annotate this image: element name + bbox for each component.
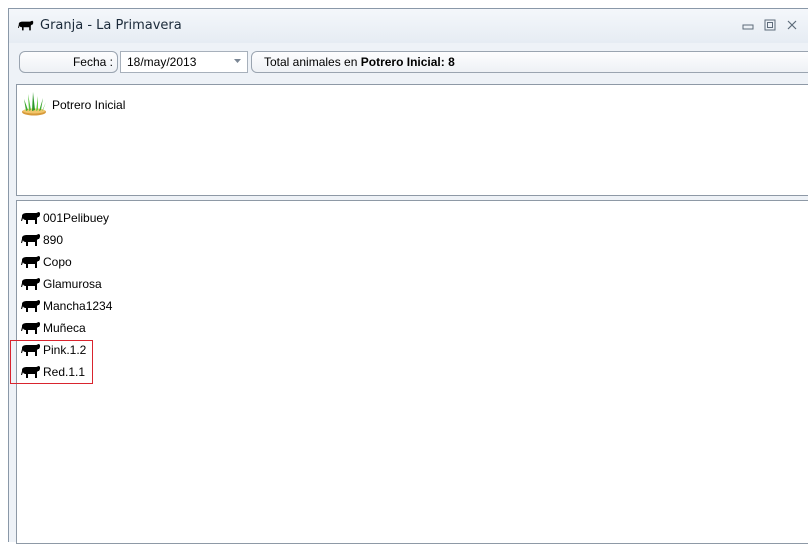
total-count: 8 bbox=[448, 55, 455, 69]
cow-icon bbox=[21, 366, 41, 379]
list-item[interactable]: Pink.1.2 bbox=[21, 339, 181, 361]
list-item[interactable]: 890 bbox=[21, 229, 181, 251]
animal-name: Pink.1.2 bbox=[43, 343, 87, 357]
animal-name: 890 bbox=[43, 233, 64, 247]
cow-icon bbox=[21, 234, 41, 247]
cow-icon bbox=[21, 212, 41, 225]
list-item[interactable]: Muñeca bbox=[21, 317, 181, 339]
list-item[interactable]: Copo bbox=[21, 251, 181, 273]
grass-icon bbox=[22, 92, 46, 116]
toolbar: Fecha : 18/may/2013 Total animales en Po… bbox=[9, 43, 808, 73]
fecha-value: 18/may/2013 bbox=[127, 55, 197, 69]
list-item[interactable]: Glamurosa bbox=[21, 273, 181, 295]
animal-name: Glamurosa bbox=[43, 277, 102, 291]
cow-icon bbox=[21, 278, 41, 291]
pasture-label: Potrero Inicial bbox=[52, 98, 126, 112]
list-item[interactable]: Red.1.1 bbox=[21, 361, 181, 383]
animal-name: Red.1.1 bbox=[43, 365, 86, 379]
cow-icon bbox=[21, 344, 41, 357]
minimize-icon[interactable] bbox=[741, 18, 755, 32]
total-prefix: Total animales en bbox=[264, 55, 358, 69]
title-bar[interactable]: Granja - La Primavera bbox=[9, 9, 808, 43]
animal-name: Mancha1234 bbox=[43, 299, 113, 313]
cow-icon bbox=[18, 20, 34, 32]
window-title: Granja - La Primavera bbox=[40, 18, 182, 33]
list-item[interactable]: 001Pelibuey bbox=[21, 207, 181, 229]
total-animals-bar: Total animales en Potrero Inicial: 8 bbox=[251, 51, 808, 73]
app-window: Granja - La Primavera Fecha : 18/may/201… bbox=[8, 8, 808, 544]
animal-name: Copo bbox=[43, 255, 72, 269]
animal-name: Muñeca bbox=[43, 321, 86, 335]
pasture-panel: Potrero Inicial bbox=[16, 84, 808, 196]
animal-list: 001Pelibuey 890 Copo Glamurosa Mancha123… bbox=[21, 207, 181, 383]
cow-icon bbox=[21, 300, 41, 313]
animal-name: 001Pelibuey bbox=[43, 211, 110, 225]
cow-icon bbox=[21, 256, 41, 269]
maximize-icon[interactable] bbox=[763, 18, 777, 32]
list-item[interactable]: Mancha1234 bbox=[21, 295, 181, 317]
close-icon[interactable] bbox=[785, 18, 799, 32]
fecha-date-picker[interactable]: 18/may/2013 bbox=[120, 51, 248, 73]
animal-list-panel: 001Pelibuey 890 Copo Glamurosa Mancha123… bbox=[16, 200, 808, 544]
chevron-down-icon[interactable] bbox=[234, 59, 241, 64]
total-location: Potrero Inicial: bbox=[360, 55, 445, 69]
cow-icon bbox=[21, 322, 41, 335]
fecha-label: Fecha : bbox=[19, 51, 118, 73]
